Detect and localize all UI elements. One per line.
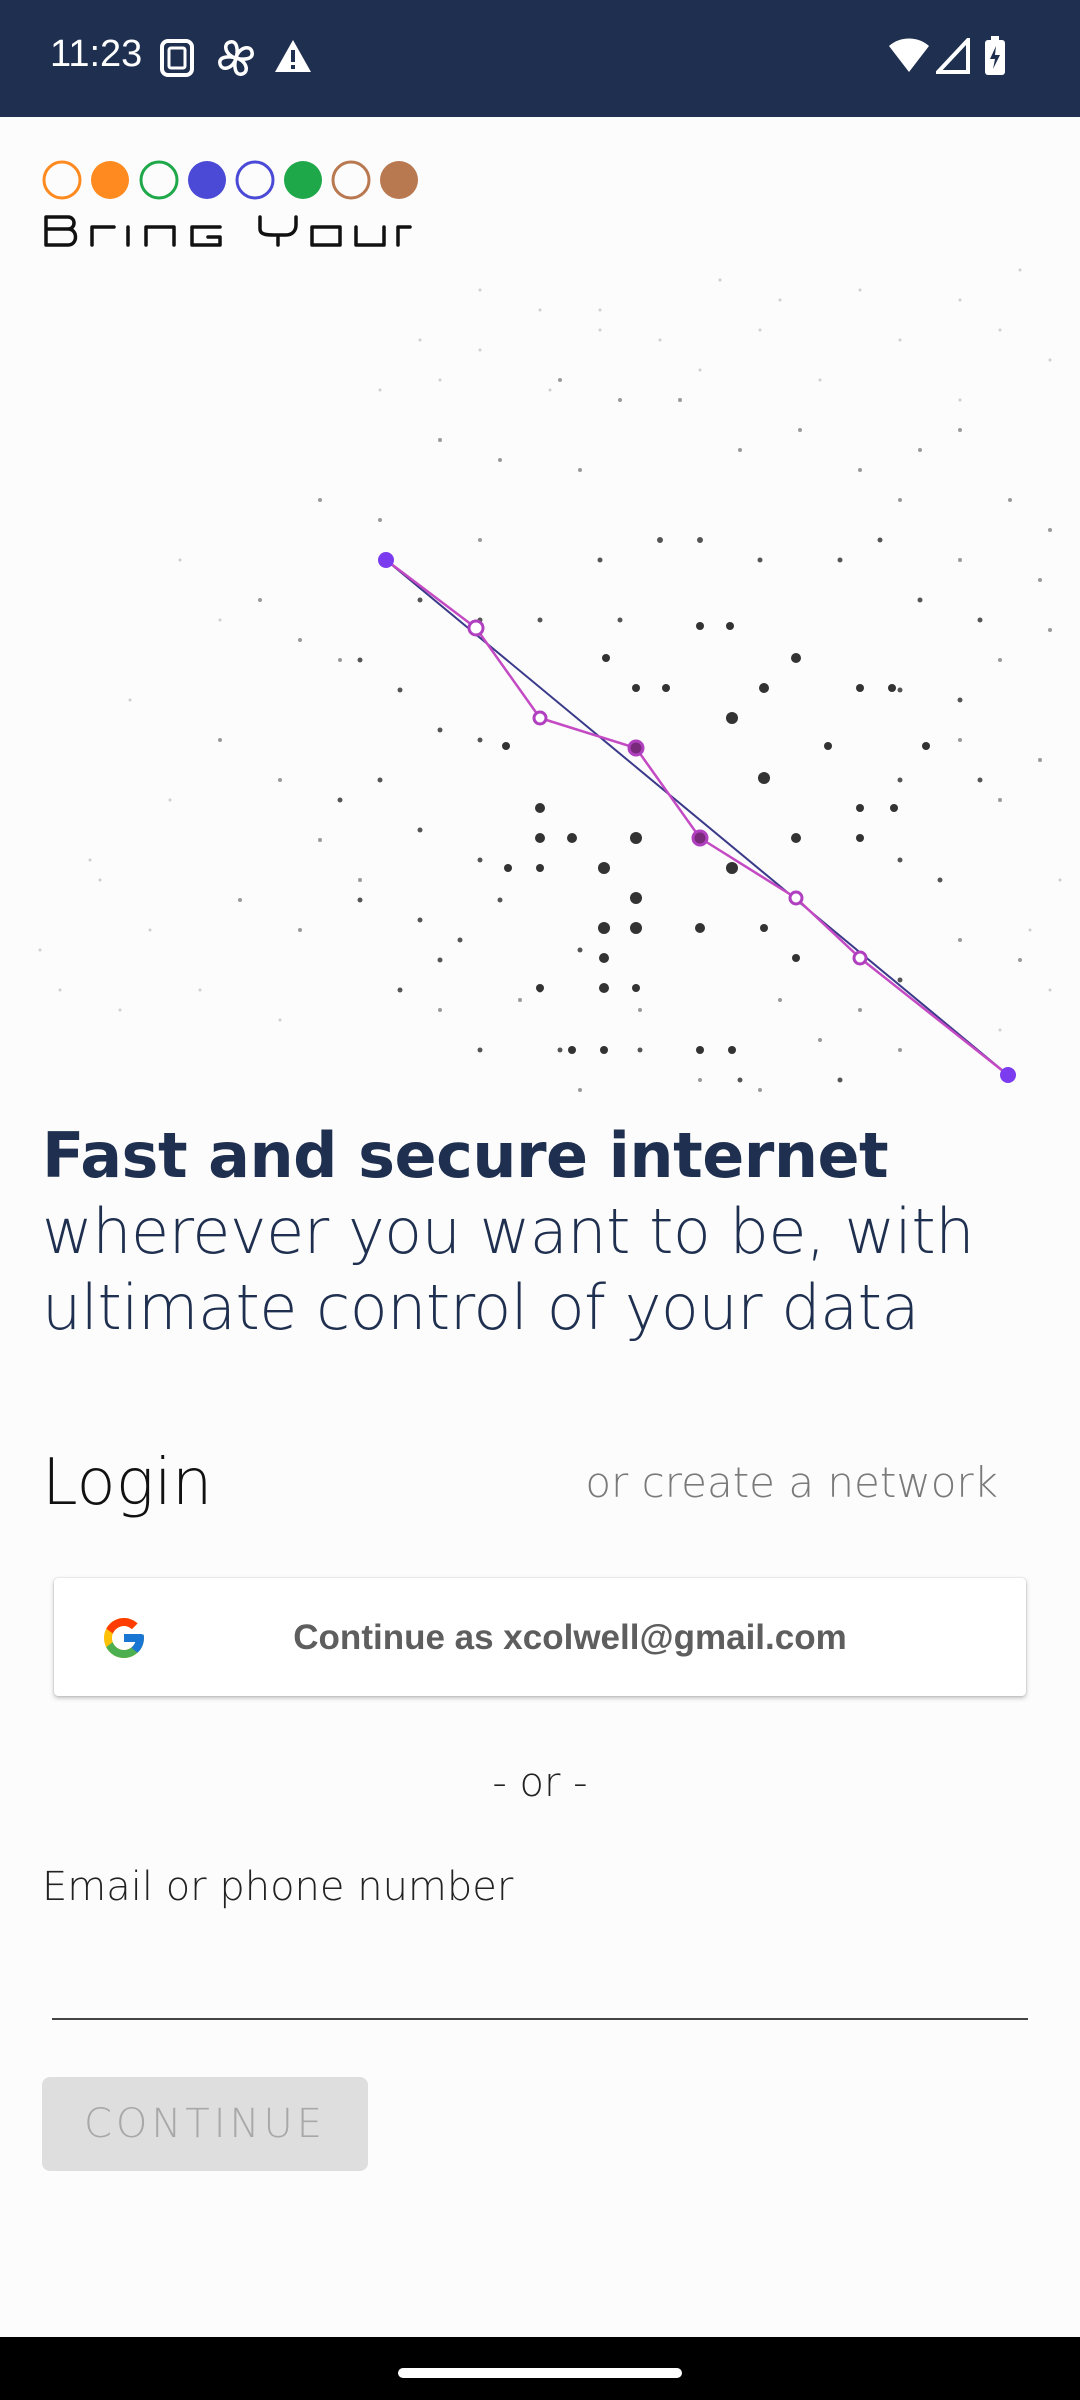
or-separator: - or - [492, 1760, 588, 1806]
email-field-label: Email or phone number [42, 1864, 514, 1910]
headline-strong: Fast and secure internet [42, 1119, 889, 1192]
wifi-icon [889, 38, 929, 72]
warning-icon [275, 40, 311, 72]
google-signin-button[interactable]: Continue as xcolwell@gmail.com [54, 1578, 1026, 1696]
status-time: 11:23 [50, 33, 143, 75]
pinwheel-icon [218, 40, 254, 76]
email-phone-input[interactable] [52, 1940, 1028, 2020]
login-title: Login [42, 1446, 213, 1520]
status-bar: 11:23 [0, 0, 1080, 117]
cellular-signal-icon [936, 38, 970, 74]
headline-rest: wherever you want to be, with ultimate c… [42, 1195, 975, 1344]
google-signin-label: Continue as xcolwell@gmail.com [293, 1618, 847, 1657]
home-gesture-handle[interactable] [398, 2368, 682, 2378]
create-network-link[interactable]: or create a network [585, 1458, 998, 1507]
battery-charging-icon [985, 36, 1005, 75]
continue-button[interactable]: CONTINUE [42, 2077, 368, 2171]
brand-wordmark [44, 215, 412, 247]
brand-dots-logo [42, 160, 418, 200]
network-illustration [38, 268, 1062, 1092]
screenshot-icon [160, 39, 194, 77]
headline: Fast and secure internet wherever you wa… [42, 1118, 1042, 1346]
